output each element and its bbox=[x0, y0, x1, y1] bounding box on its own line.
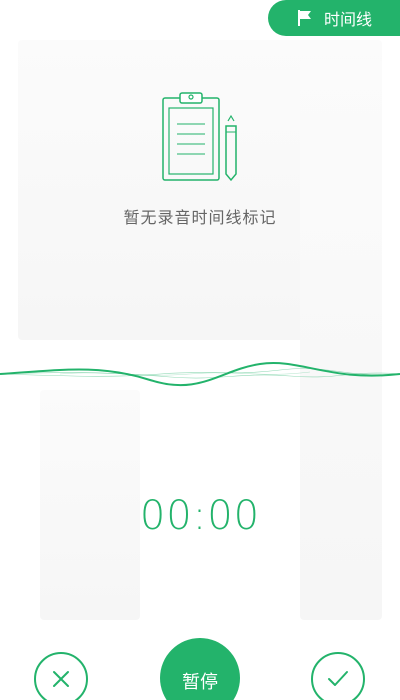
elapsed-time: 00:00 bbox=[139, 493, 261, 539]
cancel-button[interactable] bbox=[34, 652, 88, 700]
empty-message: 暂无录音时间线标记 bbox=[123, 208, 277, 227]
close-icon bbox=[53, 671, 69, 687]
clipboard-icon bbox=[162, 92, 237, 182]
recorder-screen: 时间线 暂无录音时间线标记 00:00 暂停 bbox=[0, 0, 400, 700]
pause-button[interactable]: 暂停 bbox=[160, 638, 240, 700]
empty-state: 暂无录音时间线标记 bbox=[0, 90, 400, 228]
pause-label: 暂停 bbox=[182, 672, 218, 693]
check-icon bbox=[328, 671, 348, 686]
flag-icon bbox=[297, 10, 311, 26]
confirm-button[interactable] bbox=[311, 652, 365, 700]
timeline-button[interactable]: 时间线 bbox=[268, 0, 400, 36]
timeline-label: 时间线 bbox=[323, 10, 372, 29]
waveform bbox=[0, 362, 400, 387]
